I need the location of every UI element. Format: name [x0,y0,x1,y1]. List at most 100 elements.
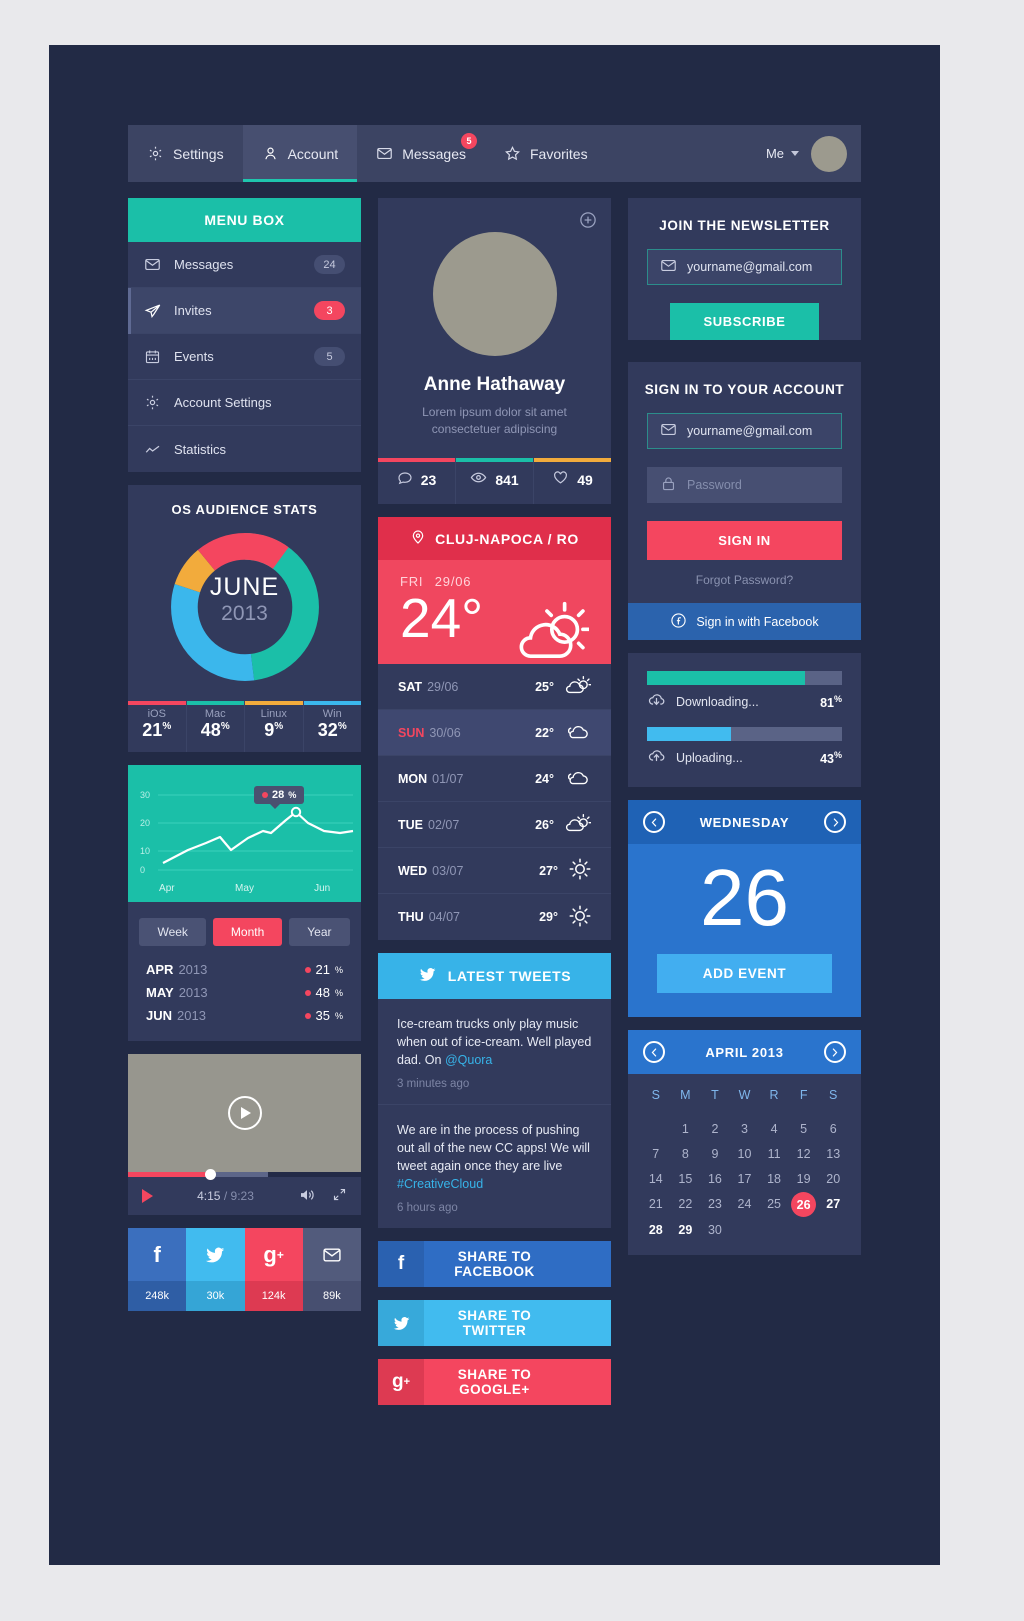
menu-item-account-settings[interactable]: Account Settings [128,380,361,426]
calendar-day[interactable]: 10 [730,1147,760,1161]
weather-forecast-row[interactable]: THU 04/07 29° [378,894,611,940]
legend-suffix: % [220,721,230,732]
nav-item-settings[interactable]: Settings [128,125,243,182]
calendar-day[interactable]: 19 [789,1172,819,1186]
signin-email-value: yourname@gmail.com [687,424,813,438]
play-overlay-icon[interactable] [227,1096,262,1130]
play-triangle-icon [241,1107,251,1119]
social-tile-googleplus[interactable]: g + 124k [244,1228,303,1311]
calendar-day[interactable]: 21 [641,1197,671,1212]
legend-number: 32 [317,720,338,740]
calendar-day[interactable]: 13 [818,1147,848,1161]
calendar-day[interactable]: 1 [671,1122,701,1136]
calendar-day[interactable]: 3 [730,1122,760,1136]
calendar-day[interactable]: 28 [641,1223,671,1237]
calendar-day[interactable]: 4 [759,1122,789,1136]
forgot-password-link[interactable]: Forgot Password? [628,560,861,603]
os-legend-item[interactable]: Mac 48% [185,701,244,752]
social-tile-facebook[interactable]: f 248k [128,1228,187,1311]
add-event-button[interactable]: ADD EVENT [656,954,833,993]
chevron-left-icon[interactable] [643,1041,665,1063]
calendar-day[interactable]: 2 [700,1122,730,1136]
social-tile-twitter[interactable]: 30k [186,1228,245,1311]
share-googleplus-button[interactable]: g + SHARE TO GOOGLE+ [378,1359,611,1405]
os-legend-item[interactable]: Linux 9% [244,701,303,752]
profile-stat-views[interactable]: 841 [455,458,533,504]
profile-avatar[interactable] [432,232,557,356]
range-option-year[interactable]: Year [289,918,350,946]
stat-value: 49 [577,472,593,488]
os-legend-item[interactable]: iOS 21% [128,701,186,752]
signin-facebook-button[interactable]: Sign in with Facebook [628,603,861,640]
share-facebook-button[interactable]: f SHARE TO FACEBOOK [378,1241,611,1287]
range-option-month[interactable]: Month [212,918,283,946]
calendar-day[interactable]: 24 [730,1197,760,1212]
download-progress-track[interactable] [647,671,842,685]
tweet-item[interactable]: Ice-cream trucks only play music when ou… [378,999,611,1105]
fullscreen-icon[interactable] [332,1187,347,1205]
calendar-day[interactable]: 16 [700,1172,730,1186]
menu-item-invites[interactable]: Invites 3 [128,288,361,334]
play-button[interactable] [142,1189,153,1203]
weather-forecast-row[interactable]: SUN 30/06 22° [378,710,611,756]
nav-item-favorites[interactable]: Favorites [485,125,607,182]
menu-item-messages[interactable]: Messages 24 [128,242,361,288]
calendar-day-today[interactable]: 26 [789,1192,819,1217]
calendar-day[interactable]: 11 [759,1147,789,1161]
signin-button[interactable]: SIGN IN [647,521,842,560]
calendar-day[interactable]: 27 [818,1197,848,1212]
progress-fill [128,1172,212,1177]
weather-forecast-row[interactable]: WED 03/07 27° [378,848,611,894]
nav-account-menu[interactable]: Me [766,125,811,182]
calendar-day[interactable]: 22 [671,1197,701,1212]
progress-handle[interactable] [204,1169,216,1180]
menu-item-count: 24 [314,255,345,274]
video-progress-bar[interactable] [128,1169,361,1180]
subscribe-button[interactable]: SUBSCRIBE [669,303,820,340]
calendar-day[interactable]: 18 [759,1172,789,1186]
range-option-week[interactable]: Week [139,918,206,946]
signin-email-field[interactable]: yourname@gmail.com [647,413,842,449]
calendar-day[interactable]: 8 [671,1147,701,1161]
tweet-item[interactable]: We are in the process of pushing out all… [378,1105,611,1228]
nav-item-account[interactable]: Account [242,125,358,182]
menu-item-count: 3 [314,301,345,320]
calendar-day[interactable]: 25 [759,1197,789,1212]
calendar-day[interactable]: 12 [789,1147,819,1161]
profile-description: Lorem ipsum dolor sit amet consectetuer … [422,405,567,436]
tweet-hashtag-link[interactable]: #CreativeCloud [397,1177,483,1191]
calendar-day[interactable]: 5 [789,1122,819,1136]
chevron-left-icon[interactable] [643,811,665,833]
calendar-day[interactable]: 15 [671,1172,701,1186]
signin-password-field[interactable]: Password [647,467,842,503]
calendar-day[interactable]: 29 [671,1223,701,1237]
calendar-day[interactable]: 7 [641,1147,671,1161]
profile-stat-comments[interactable]: 23 [378,458,455,504]
avatar[interactable] [811,135,847,172]
upload-progress-track[interactable] [647,727,842,741]
chevron-right-icon[interactable] [824,811,846,833]
tweet-mention-link[interactable]: @Quora [445,1053,492,1067]
weather-forecast-row[interactable]: TUE 02/07 26° [378,802,611,848]
video-surface[interactable] [128,1054,361,1172]
video-total-time: 9:23 [230,1189,254,1203]
weather-forecast-row[interactable]: MON 01/07 24° [378,756,611,802]
calendar-day[interactable]: 14 [641,1172,671,1186]
menu-item-events[interactable]: Events 5 [128,334,361,380]
calendar-day[interactable]: 30 [700,1223,730,1237]
calendar-day[interactable]: 6 [818,1122,848,1136]
calendar-day[interactable]: 9 [700,1147,730,1161]
chevron-right-icon[interactable] [823,1041,846,1063]
calendar-day[interactable]: 20 [818,1172,848,1186]
menu-item-statistics[interactable]: Statistics [128,426,361,472]
social-tile-email[interactable]: 89k [302,1228,361,1311]
calendar-day[interactable]: 23 [700,1197,730,1212]
calendar-day[interactable]: 17 [730,1172,760,1186]
nav-item-messages[interactable]: Messages 5 [357,125,485,182]
share-twitter-button[interactable]: SHARE TO TWITTER [378,1300,611,1346]
os-legend-item[interactable]: Win 32% [302,701,361,752]
volume-icon[interactable] [298,1186,316,1207]
add-icon[interactable] [579,211,597,229]
newsletter-email-field[interactable]: yourname@gmail.com [647,249,842,285]
profile-stat-likes[interactable]: 49 [533,458,611,504]
